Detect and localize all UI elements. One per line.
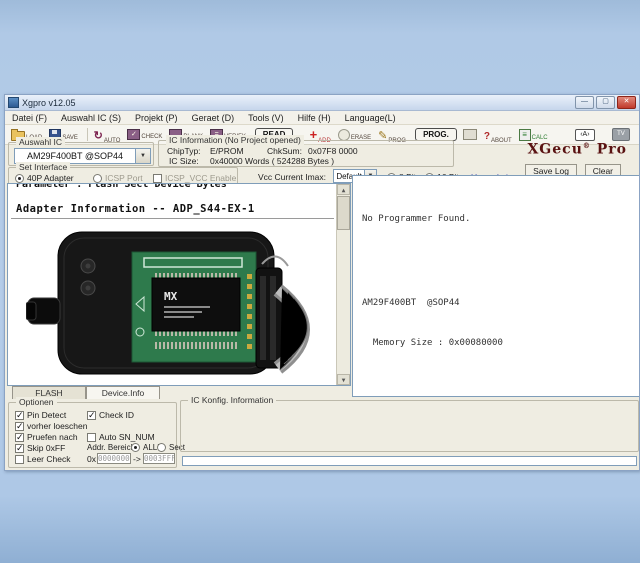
- check-button[interactable]: CHECK: [125, 128, 164, 141]
- chiptype-value: E/PROM: [210, 146, 244, 156]
- tab-device-info[interactable]: Device.Info: [86, 386, 160, 399]
- icsp-vcc-checkbox[interactable]: ICSP_VCC Enable: [153, 173, 236, 183]
- ic-select-group-label: Auswahl IC: [16, 137, 65, 147]
- checkbox-icon: [15, 454, 24, 464]
- progress-bar: [182, 456, 637, 466]
- checkbox-icon: [15, 421, 24, 431]
- checkbox-icon: [15, 432, 24, 442]
- addr-to-input[interactable]: [143, 453, 175, 464]
- skip-ff-checkbox[interactable]: Skip 0xFF: [15, 443, 65, 453]
- radio-icon: [131, 443, 140, 452]
- chip-check-icon: [127, 129, 141, 140]
- scroll-thumb[interactable]: [337, 196, 350, 230]
- checkbox-icon: [87, 432, 96, 442]
- icsize-value: 0x40000 Words ( 524288 Bytes ): [210, 156, 335, 166]
- auto-sn-checkbox[interactable]: Auto SN_NUM: [87, 432, 155, 442]
- minimize-button[interactable]: —: [575, 96, 594, 109]
- pin-detect-checkbox[interactable]: Pin Detect: [15, 410, 66, 420]
- menu-language[interactable]: Language(L): [338, 113, 403, 123]
- menu-projekt[interactable]: Projekt (P): [128, 113, 185, 123]
- erase-circle-icon: [337, 128, 350, 141]
- xgecu-pro-logo: XGecu® Pro: [527, 141, 627, 158]
- erase-before-checkbox[interactable]: vorher loeschen: [15, 421, 87, 431]
- addr-arrow-label: ->: [133, 454, 141, 464]
- menu-auswahl-ic[interactable]: Auswahl IC (S): [54, 113, 128, 123]
- socket-button[interactable]: [461, 128, 479, 141]
- vcc-current-label: Vcc Current Imax:: [258, 172, 327, 182]
- device-info-panel: Parameter : Flash Sect Device Bytes Adap…: [7, 183, 351, 386]
- icsize-label: IC Size:: [169, 156, 199, 166]
- socket-icon: [462, 129, 477, 140]
- options-group-label: Optionen: [16, 397, 57, 407]
- addr-range-label: Addr. Bereich: [87, 443, 136, 452]
- toolbar-separator: [86, 128, 88, 141]
- adapter-information-title: Adapter Information -- ADP_S44-EX-1: [16, 203, 255, 215]
- log-line-chip: AM29F400BT @SOP44: [362, 298, 460, 309]
- hex-prefix-label: 0x: [87, 454, 96, 464]
- programmer-device-photo: MX: [26, 231, 310, 375]
- question-mark-icon: [484, 126, 490, 144]
- verify-after-checkbox[interactable]: Pruefen nach: [15, 432, 78, 442]
- device-panel-scrollbar[interactable]: ▲ ▼: [336, 184, 350, 385]
- menu-bar: Datei (F) Auswahl IC (S) Projekt (P) Ger…: [5, 111, 639, 125]
- menu-hilfe[interactable]: Hilfe (H): [291, 113, 338, 123]
- chiptype-label: ChipTyp:: [167, 146, 201, 156]
- adapter-40p-radio[interactable]: 40P Adapter: [15, 173, 74, 183]
- letter-a-jump-icon: [574, 128, 595, 141]
- divider: [11, 218, 334, 219]
- log-line-memory-size: Memory Size : 0x00080000: [362, 337, 503, 348]
- xgpro-window: Xgpro v12.05 — ▢ ✕ Datei (F) Auswahl IC …: [4, 94, 640, 471]
- scroll-down-arrow[interactable]: ▼: [337, 374, 350, 385]
- window-title: Xgpro v12.05: [22, 97, 76, 108]
- chip-brand-label: MX: [164, 290, 178, 303]
- log-line-no-programmer: No Programmer Found.: [362, 213, 471, 224]
- set-interface-label: Set Interface: [16, 162, 71, 172]
- calc-button[interactable]: CALC: [517, 128, 550, 142]
- scroll-up-arrow[interactable]: ▲: [337, 184, 350, 195]
- checkbox-icon: [153, 173, 162, 183]
- addr-from-input[interactable]: [97, 453, 131, 464]
- log-panel: No Programmer Found. AM29F400BT @SOP44 M…: [352, 175, 639, 397]
- maximize-button[interactable]: ▢: [596, 96, 615, 109]
- menu-tools[interactable]: Tools (V): [241, 113, 291, 123]
- ic-config-group-label: IC Konfig. Information: [188, 395, 277, 405]
- checkbox-icon: [87, 410, 96, 420]
- tv-button[interactable]: [610, 127, 632, 142]
- check-id-checkbox[interactable]: Check ID: [87, 410, 134, 420]
- radio-icon: [93, 173, 102, 183]
- ic-config-group: IC Konfig. Information: [180, 395, 639, 452]
- ic-info-group-label: IC Information (No Project opened): [166, 135, 304, 145]
- serial-jump-button[interactable]: [573, 128, 597, 142]
- auto-cycle-icon: [94, 126, 103, 144]
- title-bar[interactable]: Xgpro v12.05 — ▢ ✕: [5, 95, 639, 111]
- about-button[interactable]: ABOUT: [482, 125, 514, 145]
- checkbox-icon: [15, 443, 24, 453]
- menu-geraet[interactable]: Geraet (D): [185, 113, 242, 123]
- ic-select-dropdown-button[interactable]: ▼: [135, 148, 151, 164]
- calculator-icon: [518, 128, 531, 141]
- tv-icon: [611, 128, 630, 141]
- radio-icon: [157, 443, 166, 452]
- chksum-label: ChkSum:: [267, 146, 302, 156]
- checkbox-icon: [15, 410, 24, 420]
- radio-icon: [15, 173, 24, 183]
- app-icon: [8, 97, 19, 108]
- icsp-port-radio[interactable]: ICSP Port: [93, 173, 143, 183]
- chksum-value: 0x07F8 0000: [308, 146, 358, 156]
- leer-check-checkbox[interactable]: Leer Check: [15, 454, 70, 464]
- clipped-parameter-line: Parameter : Flash Sect Device Bytes: [16, 183, 227, 190]
- close-button[interactable]: ✕: [617, 96, 636, 109]
- menu-datei[interactable]: Datei (F): [5, 113, 54, 123]
